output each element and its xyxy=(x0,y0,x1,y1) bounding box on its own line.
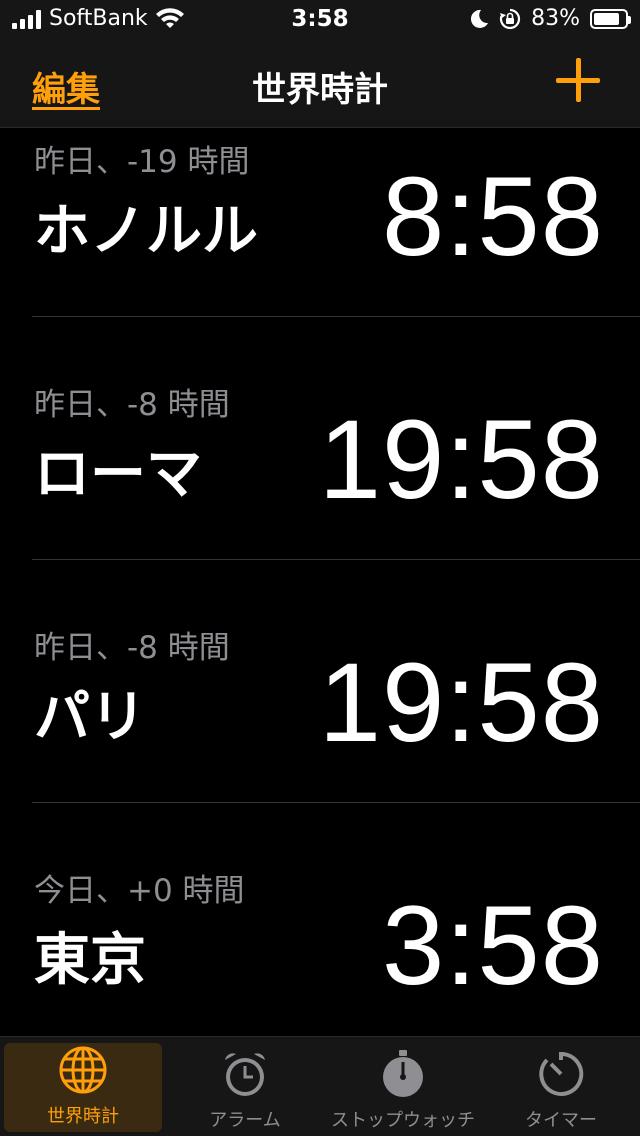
clock-time: 3:58 xyxy=(382,883,604,1008)
globe-icon xyxy=(59,1046,107,1094)
battery-percent: 83% xyxy=(531,6,580,31)
status-bar: SoftBank 3:58 83% xyxy=(0,0,640,40)
list-item[interactable]: 昨日、-19 時間 ホノルル 8:58 xyxy=(0,128,640,317)
battery-nub xyxy=(628,15,631,24)
clock-time: 19:58 xyxy=(318,397,604,522)
city-name: ローマ xyxy=(34,442,202,507)
plus-icon[interactable] xyxy=(556,58,600,102)
tab-label: アラーム xyxy=(209,1110,281,1131)
clock-time: 8:58 xyxy=(382,154,604,279)
tab-timer[interactable]: タイマー xyxy=(482,1037,640,1136)
list-item[interactable]: 今日、+0 時間 東京 3:58 xyxy=(0,803,640,1036)
moon-icon xyxy=(471,9,489,28)
status-right: 83% xyxy=(469,6,631,31)
tab-world-clock[interactable]: 世界時計 xyxy=(4,1043,162,1132)
stopwatch-icon xyxy=(383,1050,423,1097)
list-item[interactable]: 昨日、-8 時間 パリ 19:58 xyxy=(0,560,640,803)
timer-icon xyxy=(539,1051,584,1096)
battery-icon xyxy=(590,8,631,29)
clock-time: 19:58 xyxy=(318,640,604,765)
alarm-clock-icon xyxy=(225,1053,265,1096)
city-name: パリ xyxy=(34,685,146,750)
time-offset: 昨日、-8 時間 xyxy=(34,630,230,666)
tab-label: 世界時計 xyxy=(47,1106,119,1127)
nav-bar: 編集 世界時計 xyxy=(0,40,640,128)
time-offset: 昨日、-19 時間 xyxy=(34,144,250,180)
tab-stopwatch[interactable]: ストップウォッチ xyxy=(324,1037,482,1136)
world-clock-list[interactable]: 昨日、-19 時間 ホノルル 8:58 昨日、-8 時間 ローマ 19:58 昨… xyxy=(0,128,640,1036)
time-offset: 今日、+0 時間 xyxy=(34,873,245,909)
tab-alarm[interactable]: アラーム xyxy=(166,1037,324,1136)
orientation-lock-icon xyxy=(500,8,521,29)
page-title: 世界時計 xyxy=(252,70,388,110)
battery-fill xyxy=(594,12,619,25)
tab-bar: 世界時計 アラーム ストップウォッチ タイマー xyxy=(0,1036,640,1136)
city-name: 東京 xyxy=(34,928,146,993)
tab-label: ストップウォッチ xyxy=(331,1110,475,1131)
time-offset: 昨日、-8 時間 xyxy=(34,387,230,423)
city-name: ホノルル xyxy=(34,199,258,264)
list-item[interactable]: 昨日、-8 時間 ローマ 19:58 xyxy=(0,317,640,560)
tab-label: タイマー xyxy=(525,1110,597,1131)
